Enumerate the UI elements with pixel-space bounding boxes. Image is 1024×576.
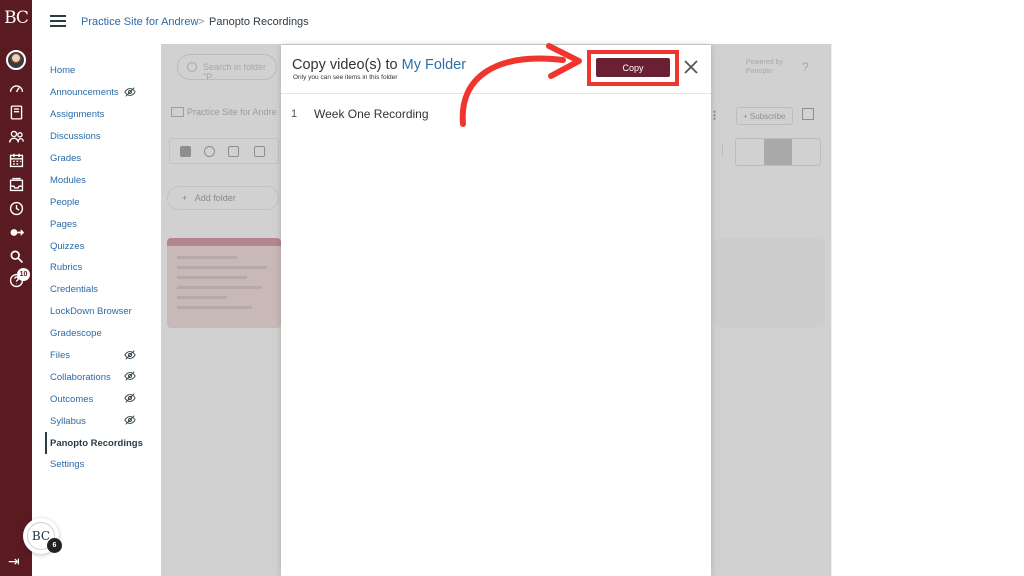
subscribe-button[interactable]: + Subscribe	[736, 107, 793, 125]
hidden-eye-icon	[124, 371, 136, 382]
list-item-index: 1	[291, 108, 298, 120]
logout-icon[interactable]	[4, 222, 28, 242]
course-nav-item-people[interactable]: People	[46, 191, 160, 213]
notification-count-badge: 6	[47, 538, 62, 553]
course-nav-item-label: People	[50, 196, 80, 208]
panopto-search-input[interactable]: Search in folder "P	[177, 54, 277, 82]
course-nav-item-label: Quizzes	[50, 240, 85, 252]
course-nav-item-files[interactable]: Files	[46, 345, 160, 367]
course-nav-item-pages[interactable]: Pages	[46, 213, 160, 235]
list-item-name: Week One Recording	[314, 107, 429, 121]
course-nav-item-panopto-recordings[interactable]: Panopto Recordings	[45, 432, 160, 455]
course-nav-item-label: Files	[50, 350, 71, 362]
dialog-title-prefix: Copy video(s) to	[292, 57, 398, 73]
hamburger-menu-icon[interactable]	[50, 15, 66, 27]
course-nav-item-label: Gradescope	[50, 328, 102, 340]
course-nav-item-collaborations[interactable]: Collaborations	[46, 366, 160, 388]
course-nav-item-outcomes[interactable]: Outcomes	[46, 388, 160, 410]
course-nav-item-label: Syllabus	[50, 415, 86, 427]
search-icon[interactable]	[4, 246, 28, 266]
annotation-arrow	[459, 43, 582, 127]
course-nav-item-home[interactable]: Home	[46, 60, 160, 82]
hidden-eye-icon	[124, 87, 136, 97]
add-folder-button[interactable]: + Add folder	[167, 186, 279, 210]
course-nav-item-label: Outcomes	[50, 393, 94, 405]
course-nav-item-discussions[interactable]: Discussions	[46, 126, 160, 148]
course-nav-item-label: Grades	[50, 153, 82, 164]
course-nav-item-label: Rubrics	[50, 262, 83, 274]
panopto-help-icon[interactable]: ?	[802, 60, 809, 74]
add-folder-label: Add folder	[194, 193, 236, 203]
dialog-title: Copy video(s) to My Folder	[292, 57, 466, 73]
course-nav-item-credentials[interactable]: Credentials	[46, 279, 160, 301]
move-icon[interactable]	[254, 146, 265, 157]
breadcrumb-current: Panopto Recordings	[209, 16, 309, 28]
inbox-icon[interactable]	[4, 174, 28, 194]
hidden-eye-icon	[124, 393, 136, 403]
course-nav-item-lockdown-browser[interactable]: LockDown Browser	[46, 301, 160, 323]
dashboard-icon[interactable]	[4, 78, 28, 98]
course-nav-item-label: Collaborations	[50, 371, 111, 383]
course-nav: Home Announcements Assignments Discussions G…	[45, 60, 160, 476]
course-nav-item-settings[interactable]: Settings	[46, 454, 160, 476]
calendar-icon[interactable]	[4, 150, 28, 170]
course-nav-item-label: Settings	[50, 459, 85, 471]
help-badge: 10	[17, 268, 30, 281]
course-nav-item-label: Credentials	[50, 284, 99, 296]
more-options-icon[interactable]	[713, 110, 716, 120]
close-icon[interactable]	[683, 59, 699, 75]
course-nav-item-label: Modules	[50, 174, 86, 186]
course-nav-item-label: Discussions	[50, 131, 101, 143]
collapse-nav-icon[interactable]: ⇥	[8, 553, 20, 570]
hidden-eye-icon	[124, 415, 136, 425]
course-nav-item-assignments[interactable]: Assignments	[46, 104, 160, 126]
course-nav-item-label: Assignments	[50, 109, 105, 121]
global-nav: BC 10 ⇥	[0, 0, 32, 576]
user-avatar[interactable]: BC 6	[23, 518, 62, 554]
powered-by-panopto: Powered by Panopto	[746, 59, 783, 75]
course-nav-item-gradescope[interactable]: Gradescope	[46, 323, 160, 345]
video-thumbnail[interactable]	[167, 238, 281, 328]
course-nav-item-label: Pages	[50, 218, 77, 230]
view-toggle-group	[735, 138, 821, 166]
history-icon[interactable]	[4, 198, 28, 218]
account-avatar[interactable]	[6, 50, 26, 70]
detail-view-icon[interactable]	[764, 139, 792, 165]
courses-icon[interactable]	[4, 102, 28, 122]
course-nav-item-label: Panopto Recordings	[50, 437, 143, 449]
brand-logo[interactable]: BC	[0, 8, 32, 28]
video-details-panel	[713, 238, 825, 328]
course-nav-item-modules[interactable]: Modules	[46, 169, 160, 191]
course-nav-item-label: Home	[50, 65, 76, 77]
open-external-icon[interactable]	[802, 108, 814, 120]
panopto-toolbar	[169, 138, 279, 164]
breadcrumb-course[interactable]: Practice Site for Andrew	[81, 16, 198, 28]
share-icon[interactable]	[204, 146, 215, 157]
panopto-folder-path-label: Practice Site for Andre	[187, 107, 277, 117]
divider	[831, 44, 832, 576]
dialog-subtitle: Only you can see items in this folder	[293, 74, 398, 81]
course-nav-item-announcements[interactable]: Announcements	[46, 82, 160, 104]
course-nav-item-rubrics[interactable]: Rubrics	[46, 257, 160, 279]
course-nav-item-label: LockDown Browser	[50, 306, 132, 318]
thumbnail-view-icon[interactable]	[736, 139, 764, 165]
course-nav-item-quizzes[interactable]: Quizzes	[46, 235, 160, 257]
select-all-checkbox-icon[interactable]	[180, 146, 191, 157]
course-nav-item-grades[interactable]: Grades	[46, 148, 160, 170]
copy-button[interactable]: Copy	[596, 58, 670, 77]
breadcrumb-separator: >	[198, 16, 205, 28]
app-root: BC 10 ⇥ Practice Site for Andrew > Panop…	[0, 0, 1024, 576]
copy-icon[interactable]	[228, 146, 239, 157]
panopto-folder-path[interactable]: Practice Site for Andre	[171, 107, 277, 117]
course-nav-item-syllabus[interactable]: Syllabus	[46, 410, 160, 432]
folder-icon	[171, 107, 184, 117]
course-nav-item-label: Announcements	[50, 87, 119, 99]
subscribe-label: Subscribe	[749, 112, 786, 121]
list-view-icon[interactable]	[792, 139, 820, 165]
groups-icon[interactable]	[4, 126, 28, 146]
hidden-eye-icon	[124, 349, 136, 360]
sort-dropdown-icon[interactable]	[709, 143, 723, 157]
